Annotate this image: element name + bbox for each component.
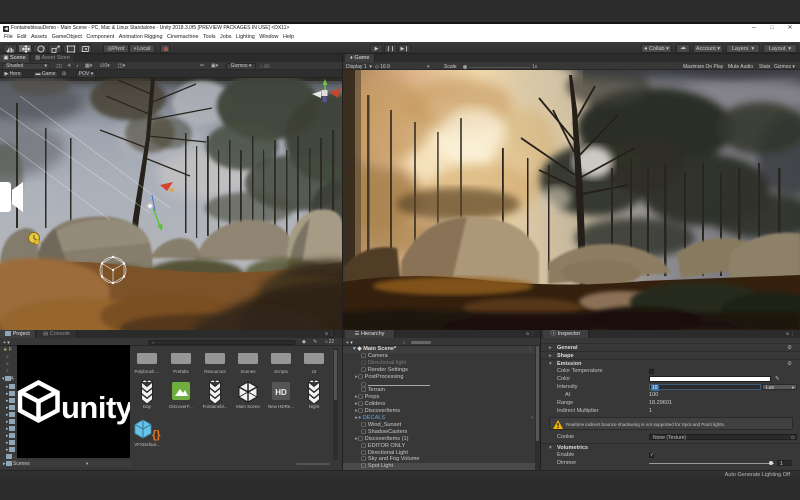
svg-text:Polybrush ...: Polybrush ...	[134, 369, 159, 374]
svg-text:Night: Night	[309, 404, 320, 409]
svg-text:Prefabs: Prefabs	[173, 369, 189, 374]
svg-text:VFXDefaul...: VFXDefaul...	[134, 442, 160, 447]
svg-text:DiscoverF...: DiscoverF...	[169, 404, 193, 409]
svg-text:unity: unity	[61, 390, 130, 425]
svg-text:Scripts: Scripts	[274, 369, 289, 374]
svg-text:Resources: Resources	[204, 369, 226, 374]
svg-text:HD: HD	[275, 388, 287, 397]
svg-text:Fontainebl...: Fontainebl...	[203, 404, 228, 409]
svg-text:{}: {}	[152, 429, 161, 441]
svg-text:UI: UI	[312, 369, 317, 374]
svg-text:Scenes: Scenes	[240, 369, 256, 374]
svg-text:Main Scene: Main Scene	[236, 404, 260, 409]
svg-text:New HDRe...: New HDRe...	[268, 404, 294, 409]
svg-text:Day: Day	[143, 404, 152, 409]
